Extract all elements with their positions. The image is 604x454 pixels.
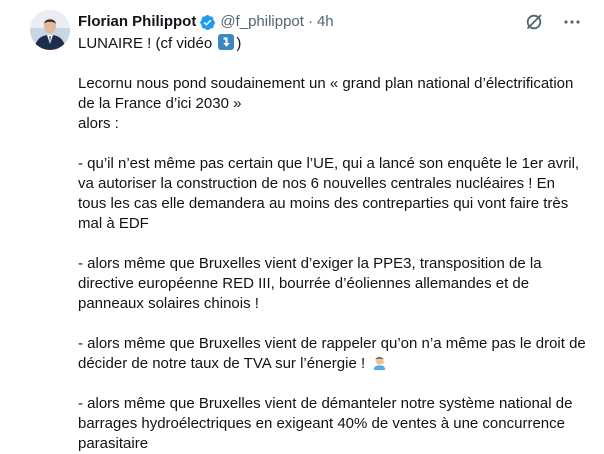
tweet-headline: LUNAIRE ! (cf vidéo ) [78, 34, 578, 54]
tweet-line: directive européenne RED III, bourrée d’… [78, 275, 530, 292]
headline-text: LUNAIRE ! (cf vidéo [78, 35, 217, 52]
timestamp[interactable]: 4h [317, 12, 334, 32]
tweet-line: Lecornu nous pond soudainement un « gran… [78, 75, 574, 92]
tweet-line: - alors même que Bruxelles vient d’exige… [78, 255, 542, 272]
tweet-header: Florian Philippot @f_philippot · 4h [78, 12, 334, 32]
tweet-line [78, 134, 578, 154]
tweet[interactable]: Florian Philippot @f_philippot · 4h LUNA… [0, 0, 604, 452]
grok-icon[interactable] [524, 12, 544, 32]
tweet-line [78, 314, 578, 334]
tweet-line-text: décider de notre taux de TVA sur l’énerg… [78, 355, 370, 372]
tweet-line [78, 234, 578, 254]
tweet-line: barrages hydroélectriques en exigeant 40… [78, 415, 565, 432]
tweet-line: tous les cas elle demandera au moins des… [78, 195, 569, 212]
tweet-line-with-emoji: décider de notre taux de TVA sur l’énerg… [78, 354, 578, 374]
tweet-line: - qu’il n’est même pas certain que l’UE,… [78, 155, 580, 172]
verified-badge-icon[interactable] [199, 14, 216, 31]
separator-dot: · [307, 13, 313, 30]
display-name[interactable]: Florian Philippot [78, 12, 196, 32]
tweet-text: LUNAIRE ! (cf vidéo ) Lecornu nous pond … [78, 34, 586, 454]
tweet-line: - alors même que Bruxelles vient de rapp… [78, 335, 586, 352]
tweet-line: va autoriser la construction de nos 6 no… [78, 175, 555, 192]
tweet-line: mal à EDF [78, 215, 149, 232]
tweet-line: - alors même que Bruxelles vient de déma… [78, 395, 573, 412]
tweet-actions [524, 12, 582, 32]
tweet-line: parasitaire [78, 435, 149, 452]
avatar[interactable] [30, 10, 70, 50]
arrow-down-emoji-icon [218, 34, 235, 50]
tweet-line: de la France d’ici 2030 » [78, 95, 242, 112]
handle[interactable]: @f_philippot [220, 12, 304, 32]
facepalm-emoji-icon [374, 356, 386, 371]
tweet-line [78, 374, 578, 394]
more-icon[interactable] [562, 12, 582, 32]
avatar-photo [30, 10, 70, 50]
tweet-line: panneaux solaires chinois ! [78, 295, 259, 312]
tweet-line: alors : [78, 115, 119, 132]
headline-close: ) [236, 35, 242, 52]
